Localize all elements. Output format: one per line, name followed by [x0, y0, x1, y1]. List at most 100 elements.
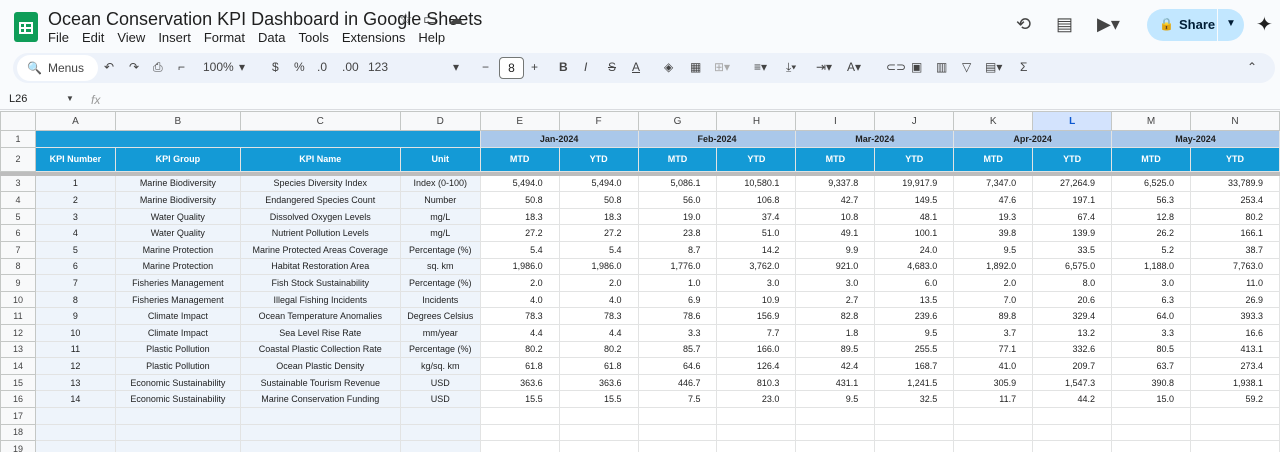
history-icon[interactable]: ⟲ [1016, 14, 1031, 35]
vertical-align-icon[interactable]: ⤓▾ [786, 60, 796, 75]
empty-cell[interactable] [399, 423, 481, 442]
column-header-f[interactable]: F [558, 111, 639, 131]
value-cell[interactable]: 56.0 [637, 191, 718, 209]
column-header-g[interactable]: G [637, 111, 718, 131]
functions-button[interactable]: Σ [1020, 60, 1027, 74]
column-header-e[interactable]: E [479, 111, 560, 131]
row-header[interactable]: 2 [0, 146, 36, 172]
value-cell[interactable]: 18.3 [479, 207, 560, 226]
value-cell[interactable]: 78.6 [637, 307, 718, 325]
increase-decimal-button[interactable]: .00 [342, 60, 359, 74]
kpi-number-cell[interactable]: 11 [34, 340, 116, 359]
value-cell[interactable]: 1,938.1 [1190, 373, 1280, 392]
value-cell[interactable]: 89.5 [795, 340, 876, 359]
value-cell[interactable]: 9.9 [795, 240, 876, 259]
kpi-name-cell[interactable]: Fish Stock Sustainability [239, 274, 401, 292]
kpi-name-cell[interactable]: Coastal Plastic Collection Rate [239, 340, 401, 359]
mtd-header[interactable]: MTD [953, 146, 1034, 172]
mtd-header[interactable]: MTD [479, 146, 560, 172]
redo-icon[interactable]: ↷ [129, 60, 139, 74]
value-cell[interactable]: 255.5 [874, 340, 955, 359]
value-cell[interactable]: 363.6 [479, 373, 560, 392]
value-cell[interactable]: 27.2 [558, 224, 639, 242]
kpi-number-cell[interactable]: 7 [34, 274, 116, 292]
row-header[interactable]: 8 [0, 257, 36, 276]
value-cell[interactable]: 4.0 [558, 290, 639, 309]
kpi-group-cell[interactable]: Marine Biodiversity [114, 191, 241, 209]
row-header[interactable]: 11 [0, 307, 36, 325]
menu-data[interactable]: Data [258, 30, 292, 45]
decrease-font-size-button[interactable]: − [482, 60, 489, 74]
month-header[interactable]: Feb-2024 [637, 130, 797, 148]
month-header[interactable]: Jan-2024 [479, 130, 639, 148]
empty-cell[interactable] [1111, 406, 1191, 425]
value-cell[interactable]: 7.0 [953, 290, 1034, 309]
unit-cell[interactable]: mg/L [399, 207, 481, 226]
kpi-number-cell[interactable]: 13 [34, 373, 116, 392]
kpi-number-cell[interactable]: 3 [34, 207, 116, 226]
value-cell[interactable]: 78.3 [479, 307, 560, 325]
value-cell[interactable]: 63.7 [1111, 357, 1191, 375]
value-cell[interactable]: 413.1 [1190, 340, 1280, 359]
share-button[interactable]: 🔒 Share ▼ [1147, 9, 1244, 41]
value-cell[interactable]: 431.1 [795, 373, 876, 392]
value-cell[interactable]: 2.0 [479, 274, 560, 292]
value-cell[interactable]: 1,241.5 [874, 373, 955, 392]
value-cell[interactable]: 1,986.0 [479, 257, 560, 276]
month-header[interactable]: Apr-2024 [953, 130, 1113, 148]
empty-cell[interactable] [239, 423, 401, 442]
empty-cell[interactable] [114, 406, 241, 425]
row-header[interactable]: 14 [0, 357, 36, 375]
menu-insert[interactable]: Insert [158, 30, 198, 45]
value-cell[interactable]: 24.0 [874, 240, 955, 259]
value-cell[interactable]: 332.6 [1032, 340, 1113, 359]
empty-cell[interactable] [1111, 440, 1191, 452]
empty-cell[interactable] [716, 423, 797, 442]
value-cell[interactable]: 41.0 [953, 357, 1034, 375]
gemini-sparkle-icon[interactable]: ✦ [1256, 12, 1273, 37]
value-cell[interactable]: 139.9 [1032, 224, 1113, 242]
menu-tools[interactable]: Tools [298, 30, 335, 45]
value-cell[interactable]: 61.8 [558, 357, 639, 375]
column-header-n[interactable]: N [1190, 111, 1280, 131]
kpi-group-cell[interactable]: Economic Sustainability [114, 390, 241, 408]
empty-cell[interactable] [34, 440, 116, 452]
value-cell[interactable]: 2.0 [558, 274, 639, 292]
menus-search[interactable]: 🔍 Menus [17, 55, 98, 81]
document-title[interactable]: Ocean Conservation KPI Dashboard in Goog… [48, 9, 482, 30]
column-header-d[interactable]: D [399, 111, 481, 131]
kpi-name-cell[interactable]: Species Diversity Index [239, 174, 401, 193]
column-title[interactable]: KPI Number [34, 146, 116, 172]
value-cell[interactable]: 85.7 [637, 340, 718, 359]
empty-cell[interactable] [34, 423, 116, 442]
value-cell[interactable]: 15.5 [479, 390, 560, 408]
merge-cells-icon[interactable]: ⊞▾ [714, 60, 730, 74]
value-cell[interactable]: 80.2 [479, 340, 560, 359]
column-header-c[interactable]: C [239, 111, 401, 131]
value-cell[interactable]: 363.6 [558, 373, 639, 392]
spreadsheet-table[interactable]: A B C D E F G H I J K L M N 1 Jan-2024 Feb-2024 Mar-2024 A… [0, 111, 1280, 452]
empty-cell[interactable] [795, 406, 876, 425]
value-cell[interactable]: 5,494.0 [558, 174, 639, 193]
empty-cell[interactable] [479, 423, 560, 442]
kpi-name-cell[interactable]: Sea Level Rise Rate [239, 323, 401, 342]
value-cell[interactable]: 39.8 [953, 224, 1034, 242]
value-cell[interactable]: 16.6 [1190, 323, 1280, 342]
unit-cell[interactable]: Percentage (%) [399, 340, 481, 359]
value-cell[interactable]: 166.0 [716, 340, 797, 359]
kpi-name-cell[interactable]: Ocean Temperature Anomalies [239, 307, 401, 325]
value-cell[interactable]: 15.5 [558, 390, 639, 408]
value-cell[interactable]: 446.7 [637, 373, 718, 392]
empty-cell[interactable] [114, 440, 241, 452]
column-header-b[interactable]: B [114, 111, 241, 131]
value-cell[interactable]: 89.8 [953, 307, 1034, 325]
row-header[interactable]: 5 [0, 207, 36, 226]
value-cell[interactable]: 106.8 [716, 191, 797, 209]
sheet-grid[interactable]: A B C D E F G H I J K L M N 1 Jan-2024 Feb-2024 Mar-2024 A… [0, 111, 1280, 452]
column-header-j[interactable]: J [874, 111, 955, 131]
kpi-number-cell[interactable]: 12 [34, 357, 116, 375]
column-header-m[interactable]: M [1111, 111, 1191, 131]
kpi-number-cell[interactable]: 4 [34, 224, 116, 242]
value-cell[interactable]: 1,986.0 [558, 257, 639, 276]
row-header[interactable]: 12 [0, 323, 36, 342]
